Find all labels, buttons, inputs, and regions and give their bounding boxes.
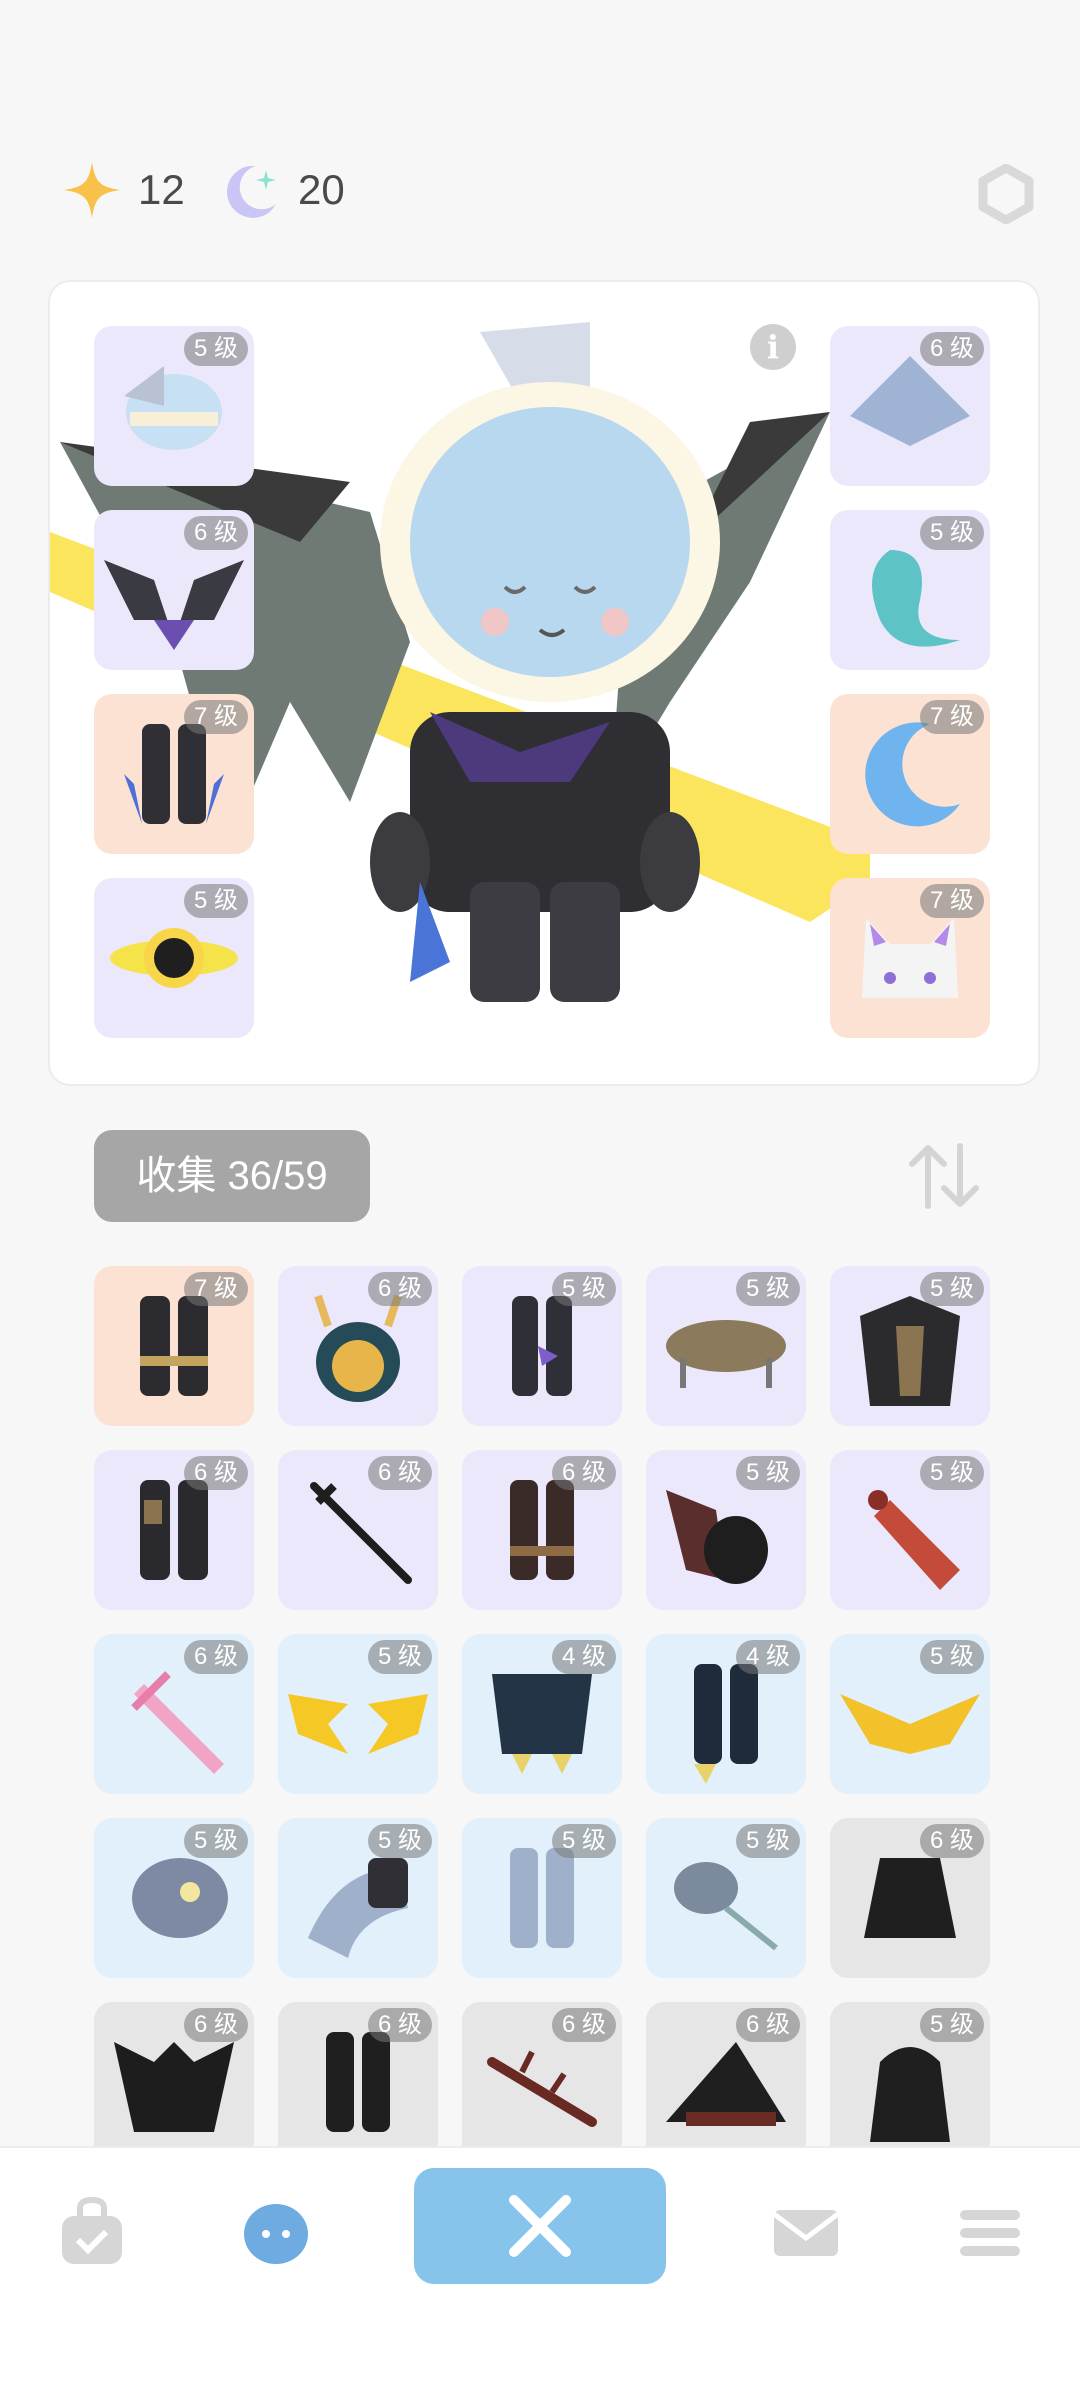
- menu-icon[interactable]: [950, 2192, 1030, 2272]
- level-badge: 7 级: [919, 700, 984, 734]
- level-badge: 6 级: [367, 1272, 432, 1306]
- collection-item[interactable]: 6 级: [278, 1450, 438, 1610]
- moon-count: 20: [298, 166, 345, 213]
- collection-item[interactable]: 5 级: [278, 1634, 438, 1794]
- crescent-moon-icon: [227, 165, 276, 218]
- level-badge: 6 级: [919, 1824, 984, 1858]
- equipped-slot-helmet[interactable]: 5 级: [94, 326, 254, 486]
- level-badge: 6 级: [367, 1456, 432, 1490]
- level-badge: 5 级: [919, 2008, 984, 2042]
- collection-item[interactable]: 5 级: [830, 1266, 990, 1426]
- bag-icon[interactable]: [52, 2192, 132, 2272]
- star-sparkle-icon: [64, 162, 120, 218]
- collection-item[interactable]: 5 级: [462, 1818, 622, 1978]
- level-badge: 4 级: [551, 1640, 616, 1674]
- collection-item[interactable]: 5 级: [646, 1818, 806, 1978]
- level-badge: 7 级: [183, 1272, 248, 1306]
- collection-item[interactable]: 5 级: [830, 1450, 990, 1610]
- sort-arrows-icon[interactable]: [906, 1140, 982, 1212]
- level-badge: 5 级: [551, 1272, 616, 1306]
- level-badge: 5 级: [735, 1272, 800, 1306]
- level-badge: 5 级: [919, 1456, 984, 1490]
- collection-item[interactable]: 6 级: [462, 2002, 622, 2146]
- hexagon-settings-icon[interactable]: [976, 164, 1036, 224]
- level-badge: 6 级: [183, 2008, 248, 2042]
- collection-item[interactable]: 5 级: [646, 1266, 806, 1426]
- equipped-slot-blackhole[interactable]: 5 级: [94, 878, 254, 1038]
- level-badge: 7 级: [183, 700, 248, 734]
- equipped-slot-top[interactable]: 6 级: [830, 326, 990, 486]
- level-badge: 7 级: [919, 884, 984, 918]
- collection-item[interactable]: 7 级: [94, 1266, 254, 1426]
- level-badge: 5 级: [919, 1272, 984, 1306]
- collection-item[interactable]: 6 级: [278, 2002, 438, 2146]
- level-badge: 4 级: [735, 1640, 800, 1674]
- star-count: 12: [138, 166, 185, 213]
- level-badge: 6 级: [183, 1640, 248, 1674]
- level-badge: 5 级: [183, 332, 248, 366]
- equipped-slot-knot[interactable]: 5 级: [830, 510, 990, 670]
- collection-item[interactable]: 5 级: [94, 1818, 254, 1978]
- moon-currency: 20: [222, 150, 345, 230]
- collection-item[interactable]: 4 级: [462, 1634, 622, 1794]
- collection-item[interactable]: 5 级: [462, 1266, 622, 1426]
- level-badge: 5 级: [919, 516, 984, 550]
- level-badge: 5 级: [735, 1824, 800, 1858]
- character-icon[interactable]: [236, 2192, 316, 2272]
- level-badge: 5 级: [367, 1824, 432, 1858]
- level-badge: 6 级: [551, 1456, 616, 1490]
- bottom-navigation: [0, 2146, 1080, 2402]
- level-badge: 6 级: [183, 516, 248, 550]
- equipped-slot-cat[interactable]: 7 级: [830, 878, 990, 1038]
- collection-item[interactable]: 5 级: [646, 1450, 806, 1610]
- collection-item[interactable]: 6 级: [646, 2002, 806, 2146]
- collection-grid: 7 级 6 级 5 级 5 级 5 级 6 级 6 级 6 级 5 级 5 级 …: [94, 1266, 994, 2146]
- equipped-slot-moon[interactable]: 7 级: [830, 694, 990, 854]
- collection-item[interactable]: 6 级: [94, 1634, 254, 1794]
- currency-bar: 12 20: [62, 150, 1036, 230]
- battle-tab[interactable]: [414, 2168, 666, 2284]
- collection-item[interactable]: 5 级: [830, 1634, 990, 1794]
- collection-item[interactable]: 6 级: [830, 1818, 990, 1978]
- level-badge: 5 级: [919, 1640, 984, 1674]
- equipped-slot-armor[interactable]: 6 级: [94, 510, 254, 670]
- level-badge: 5 级: [735, 1456, 800, 1490]
- level-badge: 5 级: [551, 1824, 616, 1858]
- level-badge: 6 级: [735, 2008, 800, 2042]
- level-badge: 5 级: [367, 1640, 432, 1674]
- crossed-swords-icon: [509, 2195, 571, 2257]
- character-preview: i 5 级 6 级 7 级 5 级 6 级 5 级 7 级 7 级: [48, 280, 1040, 1086]
- info-icon[interactable]: i: [750, 324, 796, 370]
- collection-item[interactable]: 6 级: [94, 1450, 254, 1610]
- collection-item[interactable]: 6 级: [94, 2002, 254, 2146]
- level-badge: 6 级: [919, 332, 984, 366]
- collection-item[interactable]: 6 级: [462, 1450, 622, 1610]
- collection-count-button[interactable]: 收集 36/59: [94, 1130, 370, 1222]
- collection-item[interactable]: 5 级: [830, 2002, 990, 2146]
- level-badge: 5 级: [183, 884, 248, 918]
- level-badge: 6 级: [551, 2008, 616, 2042]
- star-currency: 12: [62, 150, 185, 230]
- collection-item[interactable]: 6 级: [278, 1266, 438, 1426]
- collection-item[interactable]: 4 级: [646, 1634, 806, 1794]
- level-badge: 6 级: [367, 2008, 432, 2042]
- collection-item[interactable]: 5 级: [278, 1818, 438, 1978]
- equipped-slot-boots[interactable]: 7 级: [94, 694, 254, 854]
- level-badge: 5 级: [183, 1824, 248, 1858]
- level-badge: 6 级: [183, 1456, 248, 1490]
- mail-icon[interactable]: [766, 2192, 846, 2272]
